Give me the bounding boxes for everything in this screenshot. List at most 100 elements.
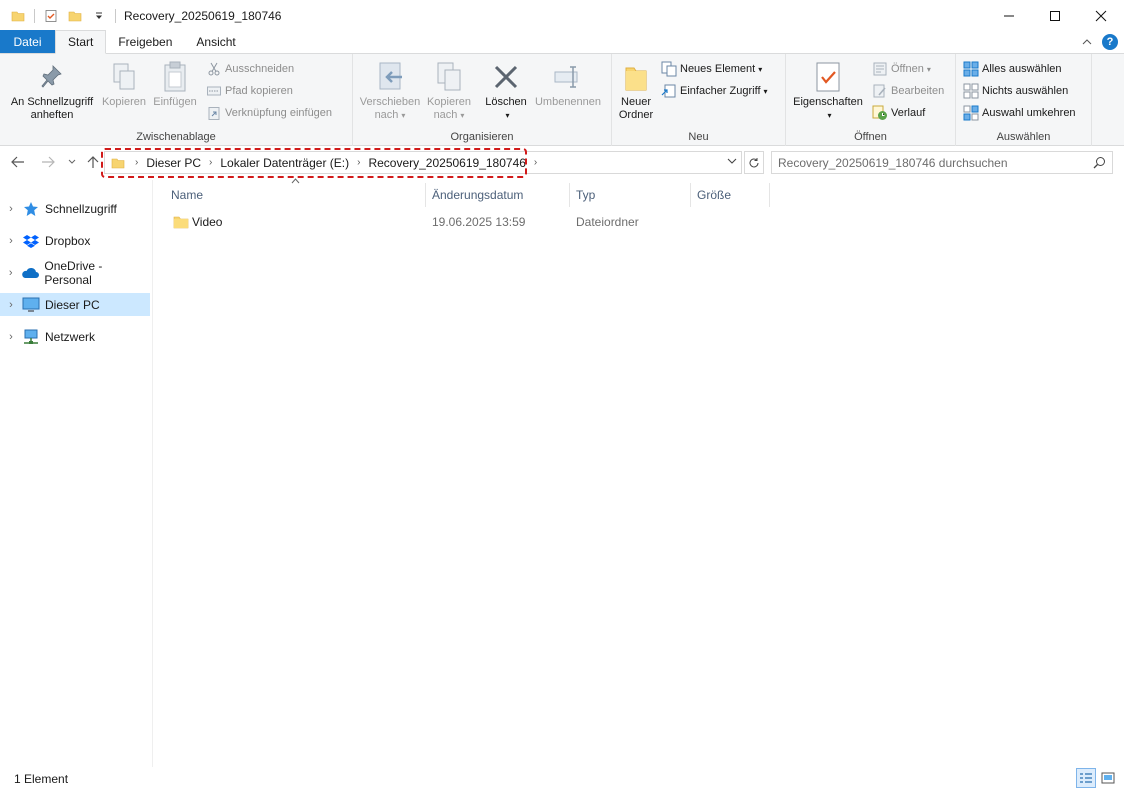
easy-access-button[interactable]: Einfacher Zugriff ▾ bbox=[661, 81, 768, 101]
refresh-icon[interactable] bbox=[744, 151, 764, 174]
forward-arrow-icon[interactable] bbox=[40, 154, 56, 170]
cloud-icon bbox=[21, 265, 40, 281]
details-view-icon[interactable] bbox=[1076, 768, 1096, 788]
tab-datei[interactable]: Datei bbox=[0, 30, 55, 53]
column-header-type[interactable]: Typ bbox=[570, 183, 690, 207]
paste-button[interactable]: Einfügen bbox=[150, 60, 200, 109]
address-dropdown-icon[interactable] bbox=[727, 157, 737, 165]
group-organize: Verschieben nach ▾ Kopieren nach ▾ Löschen… bbox=[353, 54, 612, 146]
folder-icon bbox=[173, 211, 189, 233]
nav-item-schnellzugriff[interactable]: › Schnellzugriff bbox=[0, 197, 150, 220]
breadcrumb-chevron-icon[interactable]: › bbox=[135, 157, 138, 168]
nav-item-dropbox[interactable]: › Dropbox bbox=[0, 229, 150, 252]
file-row[interactable]: Video 19.06.2025 13:59 Dateiordner bbox=[165, 211, 765, 233]
minimize-button[interactable] bbox=[986, 0, 1032, 31]
folder-icon bbox=[111, 156, 125, 170]
cut-button[interactable]: Ausschneiden bbox=[206, 59, 294, 79]
rename-icon bbox=[552, 60, 584, 94]
breadcrumb-local-disk[interactable]: Lokaler Datenträger (E:) bbox=[220, 156, 349, 170]
group-open: Eigenschaften ▾ Öffnen ▾ Bearbeiten Verla… bbox=[786, 54, 956, 146]
nav-item-this-pc[interactable]: › Dieser PC bbox=[0, 293, 150, 316]
new-folder-button[interactable]: Neuer Ordner bbox=[616, 60, 656, 122]
column-header-size[interactable]: Größe bbox=[691, 183, 769, 207]
column-header-modified[interactable]: Änderungsdatum bbox=[426, 183, 569, 207]
invert-selection-button[interactable]: Auswahl umkehren bbox=[963, 103, 1076, 123]
paste-shortcut-icon bbox=[206, 105, 222, 121]
help-icon[interactable]: ? bbox=[1102, 34, 1118, 50]
pin-quick-access-button[interactable]: An Schnellzugriff anheften bbox=[6, 60, 98, 122]
group-label-select: Auswählen bbox=[996, 131, 1051, 143]
nav-item-onedrive[interactable]: › OneDrive - Personal bbox=[0, 259, 150, 287]
maximize-button[interactable] bbox=[1032, 0, 1078, 31]
delete-button[interactable]: Löschen ▾ bbox=[481, 60, 531, 122]
new-item-button[interactable]: Neues Element ▾ bbox=[661, 59, 762, 79]
breadcrumb-this-pc[interactable]: Dieser PC bbox=[146, 156, 201, 170]
rename-button[interactable]: Umbenennen bbox=[531, 60, 605, 109]
up-arrow-icon[interactable] bbox=[85, 154, 101, 170]
close-button[interactable] bbox=[1078, 0, 1124, 31]
tab-start[interactable]: Start bbox=[55, 30, 107, 54]
delete-x-icon bbox=[490, 60, 522, 94]
edit-icon bbox=[872, 83, 888, 99]
paste-shortcut-button[interactable]: Verknüpfung einfügen bbox=[206, 103, 332, 123]
network-icon bbox=[22, 329, 40, 345]
group-label-new: Neu bbox=[688, 131, 709, 143]
back-arrow-icon[interactable] bbox=[10, 154, 26, 170]
expand-chevron-icon[interactable]: › bbox=[0, 299, 22, 311]
recent-locations-chevron-icon[interactable] bbox=[64, 154, 80, 170]
open-icon bbox=[872, 61, 888, 77]
breadcrumb-chevron-icon[interactable]: › bbox=[357, 157, 360, 168]
customize-qat-icon[interactable] bbox=[89, 6, 109, 26]
file-modified: 19.06.2025 13:59 bbox=[432, 215, 526, 229]
pin-icon bbox=[36, 60, 68, 94]
expand-chevron-icon[interactable]: › bbox=[0, 203, 22, 215]
breadcrumb-recovery-folder[interactable]: Recovery_20250619_180746 bbox=[368, 156, 525, 170]
copy-button[interactable]: Kopieren bbox=[100, 60, 148, 109]
clipboard-icon bbox=[159, 60, 191, 94]
copy-icon bbox=[108, 60, 140, 94]
group-new: Neuer Ordner Neues Element ▾ Einfacher Zu… bbox=[612, 54, 786, 146]
group-label-open: Öffnen bbox=[854, 131, 887, 143]
address-bar[interactable]: › Dieser PC › Lokaler Datenträger (E:) ›… bbox=[104, 151, 742, 174]
column-divider[interactable] bbox=[769, 183, 770, 207]
expand-chevron-icon[interactable]: › bbox=[0, 331, 22, 343]
file-type: Dateiordner bbox=[576, 215, 639, 229]
history-button[interactable]: Verlauf bbox=[872, 103, 925, 123]
large-icons-view-icon[interactable] bbox=[1098, 768, 1118, 788]
collapse-ribbon-icon[interactable] bbox=[1082, 35, 1092, 49]
star-icon bbox=[22, 201, 40, 217]
quick-access-toolbar: Recovery_20250619_180746 bbox=[0, 0, 281, 31]
search-icon bbox=[1093, 156, 1106, 172]
new-folder-icon[interactable] bbox=[65, 6, 85, 26]
tab-ansicht[interactable]: Ansicht bbox=[184, 30, 247, 53]
copy-to-button[interactable]: Kopieren nach ▾ bbox=[423, 60, 475, 122]
breadcrumb-chevron-icon[interactable]: › bbox=[209, 157, 212, 168]
nav-item-netzwerk[interactable]: › Netzwerk bbox=[0, 325, 150, 348]
item-count: 1 Element bbox=[14, 772, 69, 786]
search-input[interactable]: Recovery_20250619_180746 durchsuchen bbox=[771, 151, 1113, 174]
tab-freigeben[interactable]: Freigeben bbox=[106, 30, 184, 53]
search-placeholder: Recovery_20250619_180746 durchsuchen bbox=[778, 155, 1008, 170]
file-list: Name Änderungsdatum Typ Größe Video 19.0… bbox=[153, 178, 1124, 767]
select-none-button[interactable]: Nichts auswählen bbox=[963, 81, 1068, 101]
history-icon bbox=[872, 105, 888, 121]
breadcrumb-chevron-icon[interactable]: › bbox=[534, 157, 537, 168]
window-title: Recovery_20250619_180746 bbox=[124, 8, 282, 23]
expand-chevron-icon[interactable]: › bbox=[0, 267, 21, 279]
dropbox-icon bbox=[22, 233, 40, 249]
expand-chevron-icon[interactable]: › bbox=[0, 235, 22, 247]
group-select: Alles auswählen Nichts auswählen Auswahl… bbox=[956, 54, 1092, 146]
edit-button[interactable]: Bearbeiten bbox=[872, 81, 944, 101]
select-all-button[interactable]: Alles auswählen bbox=[963, 59, 1062, 79]
move-to-icon bbox=[374, 60, 406, 94]
file-name: Video bbox=[192, 215, 223, 229]
properties-icon[interactable] bbox=[41, 6, 61, 26]
select-none-icon bbox=[963, 83, 979, 99]
open-button[interactable]: Öffnen ▾ bbox=[872, 59, 931, 79]
select-all-icon bbox=[963, 61, 979, 77]
properties-button[interactable]: Eigenschaften ▾ bbox=[790, 60, 866, 122]
divider bbox=[34, 8, 35, 23]
column-header-name[interactable]: Name bbox=[165, 183, 425, 207]
copy-path-button[interactable]: Pfad kopieren bbox=[206, 81, 293, 101]
move-to-button[interactable]: Verschieben nach ▾ bbox=[357, 60, 423, 122]
